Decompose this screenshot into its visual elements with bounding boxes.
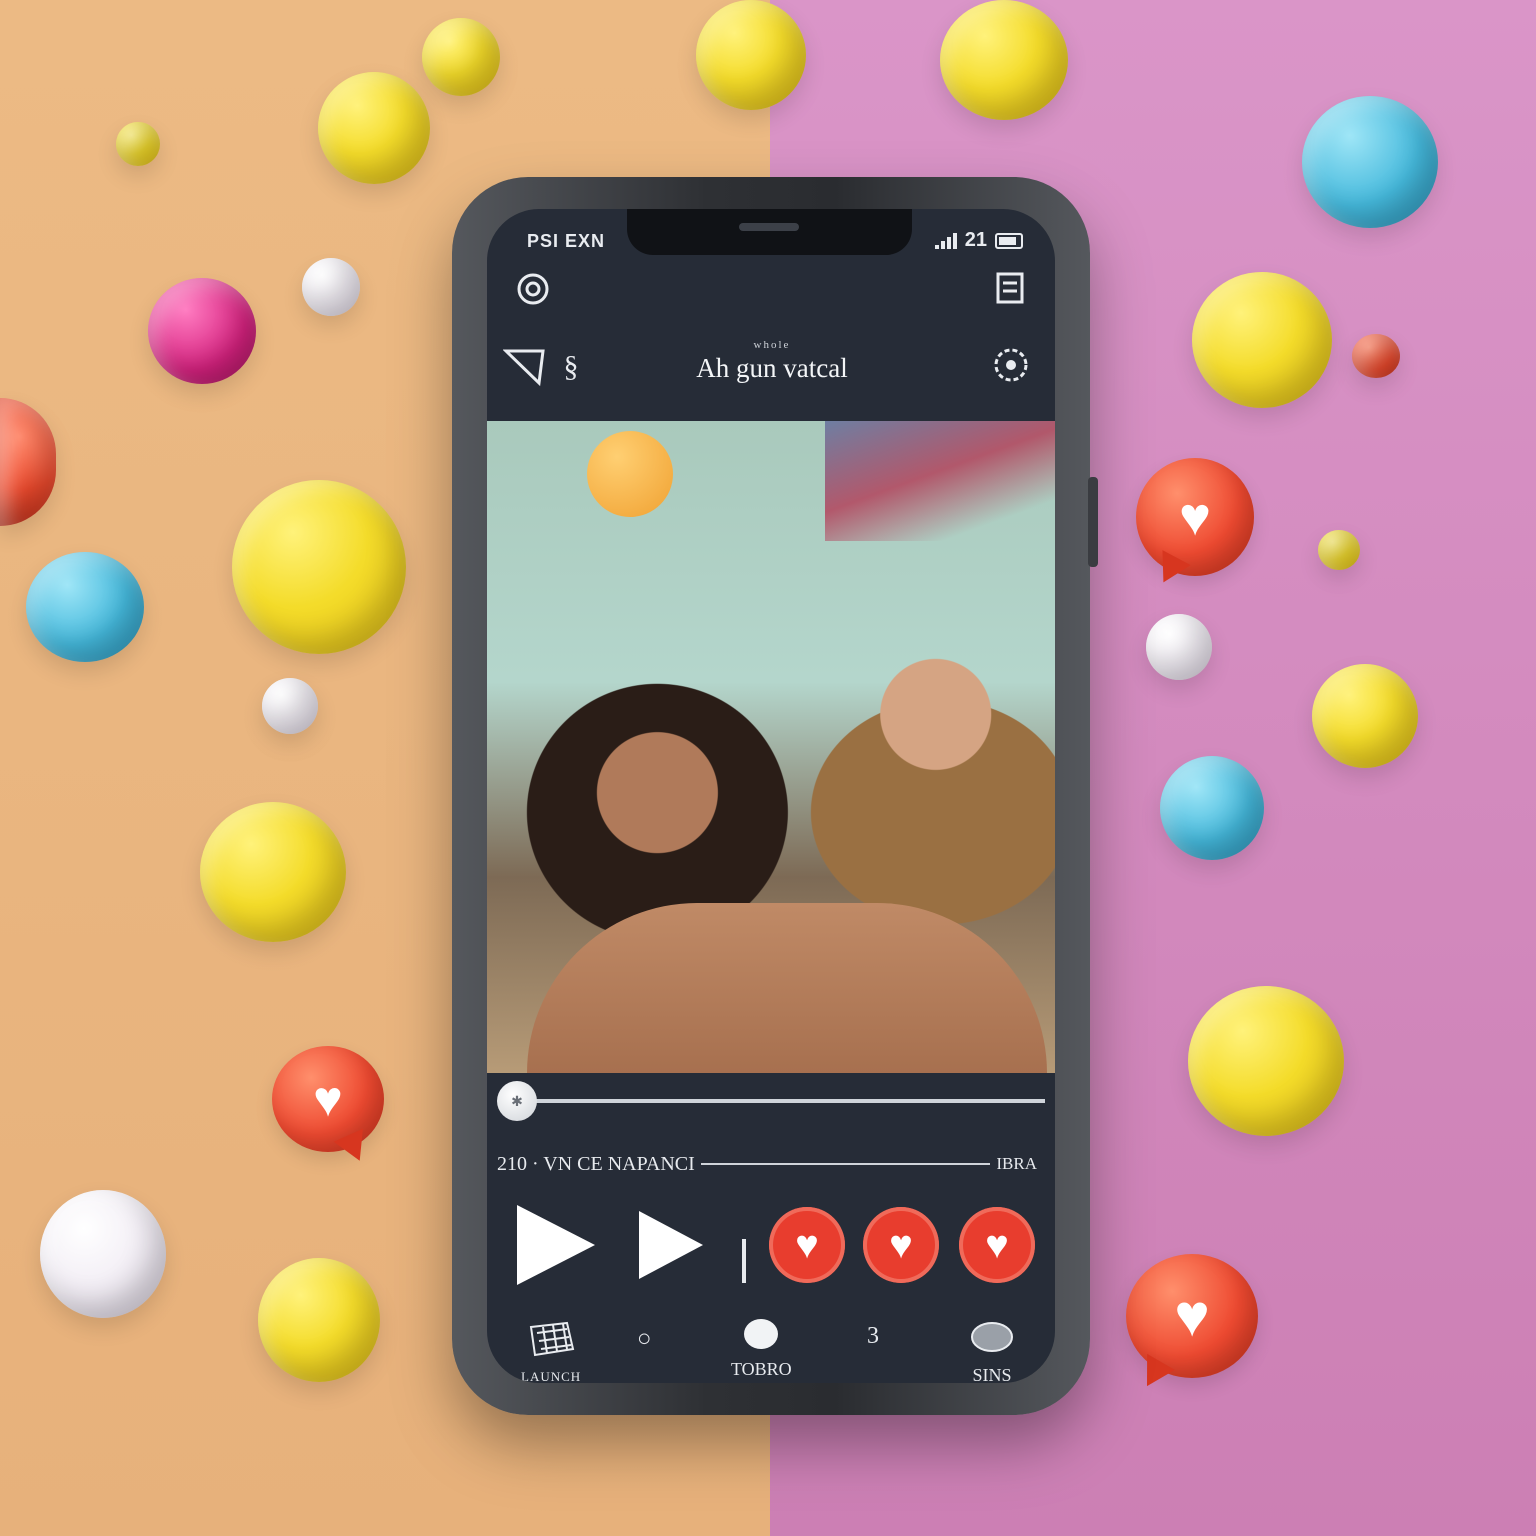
chat-icon — [971, 1322, 1013, 1352]
nav-label-sins: SINS — [972, 1365, 1012, 1383]
floating-heart-bubble: ♥ — [272, 1046, 384, 1168]
track-info-line — [700, 1163, 991, 1165]
side-button — [1088, 477, 1098, 567]
record-icon — [744, 1319, 779, 1349]
signal-icon — [934, 232, 957, 249]
photo-colorful-awning — [825, 421, 1055, 541]
back-icon[interactable] — [503, 347, 547, 387]
heart-icon: ♥ — [1174, 1282, 1210, 1349]
floating-heart-bubble: ♥ — [1136, 458, 1254, 590]
status-bar-right: 21 — [934, 229, 1023, 252]
status-time: 21 — [964, 229, 987, 251]
floating-yellow-emoji-ball — [318, 72, 430, 184]
floating-yellow-emoji-ball — [940, 0, 1068, 120]
profile-logo-icon[interactable] — [515, 271, 551, 307]
track-info-row: 210 · VN CE NAPANCI IBRA — [497, 1149, 1037, 1179]
play-button[interactable] — [517, 1205, 595, 1285]
heart-icon: ♥ — [985, 1223, 1009, 1267]
floating-yellow-emoji-ball — [232, 480, 406, 654]
heart-icon: ♥ — [313, 1071, 343, 1127]
floating-yellow-emoji-ball — [1188, 986, 1344, 1136]
app-header: § whole Ah gun vatcal — [487, 337, 1055, 397]
carrier-label: PSI EXN — [527, 231, 606, 251]
notch — [627, 209, 912, 255]
floating-yellow-emoji-ball — [1312, 664, 1418, 768]
floating-white-ball — [40, 1190, 166, 1318]
circle-icon: ○ — [637, 1325, 652, 1352]
nav-item-circle[interactable]: ○ — [637, 1325, 652, 1353]
inbox-icon[interactable] — [995, 271, 1025, 305]
floating-yellow-emoji-ball — [1192, 272, 1332, 408]
floating-red-ball — [1352, 334, 1400, 378]
like-button[interactable]: ♥ — [959, 1207, 1035, 1283]
nav-label-tobro: TOBRO — [731, 1359, 792, 1379]
like-button[interactable]: ♥ — [769, 1207, 845, 1283]
floating-heart-bubble: ♥ — [1126, 1254, 1258, 1395]
progress-knob[interactable]: ✱ — [497, 1081, 537, 1121]
phone-screen: PSI EXN 21 § whole Ah gun vatcal ✱ 210 ·… — [487, 209, 1055, 1383]
floating-white-ball — [262, 678, 318, 734]
floating-white-ball — [302, 258, 360, 316]
photo-subjects — [527, 903, 1047, 1073]
bottom-navigation: LAUNCH ○ TOBRO 3 SINS — [487, 1319, 1055, 1383]
settings-icon[interactable]: § — [559, 347, 583, 387]
heart-icon: ♥ — [795, 1223, 819, 1267]
floating-blue-emoji-ball — [1160, 756, 1264, 860]
video-thumbnail-two-friends-laughing[interactable] — [487, 421, 1055, 1073]
floating-pink-emoji-ball — [148, 278, 256, 384]
floating-yellow-emoji-ball — [258, 1258, 380, 1382]
floating-yellow-emoji-ball — [200, 802, 346, 942]
nav-label-launch: LAUNCH — [521, 1369, 582, 1383]
app-title: whole Ah gun vatcal — [617, 339, 927, 384]
nav-item-number[interactable]: 3 — [867, 1323, 879, 1350]
floating-yellow-emoji-ball — [422, 18, 500, 96]
floating-yellow-emoji-ball — [1318, 530, 1360, 570]
app-title-text: Ah gun vatcal — [696, 353, 848, 383]
next-button[interactable] — [639, 1211, 703, 1279]
photo-orange-ball — [587, 431, 673, 517]
floating-white-ball — [1146, 614, 1212, 680]
nav-item-sins[interactable]: SINS — [969, 1319, 1015, 1383]
track-right-label: IBRA — [996, 1154, 1037, 1173]
video-progress-bar[interactable]: ✱ — [497, 1081, 1045, 1121]
floating-blue-emoji-ball — [1302, 96, 1438, 228]
battery-icon — [995, 232, 1023, 249]
controls-divider — [742, 1239, 746, 1283]
nav-item-tobro[interactable]: TOBRO — [731, 1319, 792, 1380]
like-button[interactable]: ♥ — [863, 1207, 939, 1283]
grid-icon — [529, 1321, 575, 1357]
track-label: 210 · VN CE NAPANCI — [497, 1152, 695, 1175]
heart-icon: ♥ — [1178, 487, 1212, 547]
playback-controls: ♥ ♥ ♥ — [487, 1199, 1055, 1289]
floating-yellow-emoji-ball — [116, 122, 160, 166]
number-icon: 3 — [867, 1323, 879, 1349]
floating-blue-emoji-ball — [26, 552, 144, 662]
app-subtitle: whole — [753, 339, 791, 351]
floating-yellow-emoji-ball — [696, 0, 806, 110]
sticker-icon[interactable] — [991, 345, 1031, 385]
speaker-grille — [739, 223, 799, 231]
progress-track[interactable] — [517, 1099, 1045, 1103]
nav-item-launch[interactable]: LAUNCH — [521, 1319, 581, 1383]
heart-icon: ♥ — [889, 1223, 913, 1267]
smartphone: PSI EXN 21 § whole Ah gun vatcal ✱ 210 ·… — [452, 177, 1098, 1415]
